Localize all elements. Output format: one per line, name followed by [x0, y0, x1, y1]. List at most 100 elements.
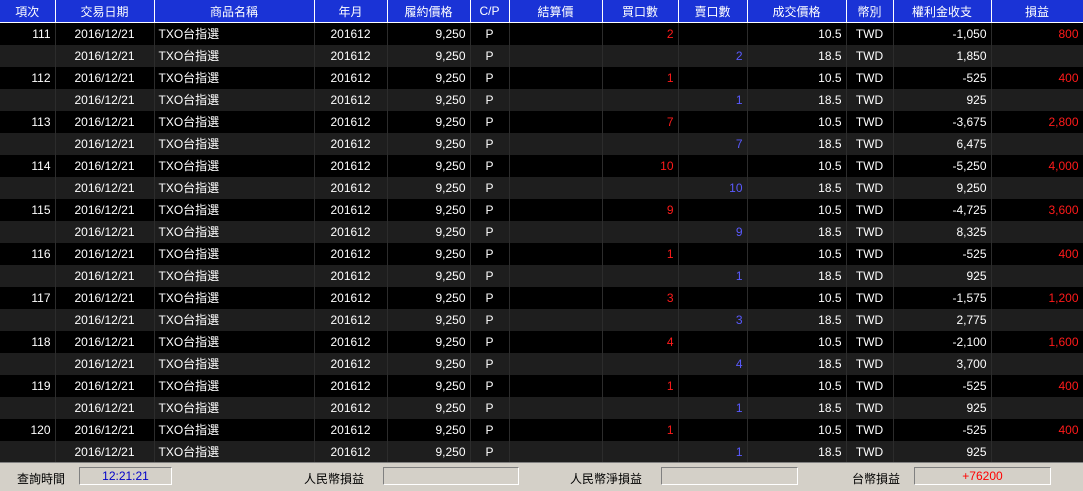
table-row[interactable]: 116 2016/12/21 TXO台指選 201612 9,250 P 1 10.5 TWD -… — [0, 242, 1083, 265]
row-sell-cell — [678, 22, 748, 45]
row-premium-cell: 925 — [893, 264, 992, 287]
row-date-cell: 2016/12/21 — [55, 330, 155, 353]
table-row[interactable]: 2016/12/21 TXO台指選 201612 9,250 P 1 18.5 TWD 925 — [0, 396, 1083, 419]
row-buy-cell — [602, 220, 679, 243]
col-header-product[interactable]: 商品名稱 — [154, 0, 315, 23]
table-row[interactable]: 111 2016/12/21 TXO台指選 201612 9,250 P 2 10.5 TWD -… — [0, 22, 1083, 45]
row-sell-cell: 1 — [678, 264, 748, 287]
row-pnl-cell: 800 — [991, 22, 1083, 45]
row-cp-cell: P — [470, 286, 510, 309]
row-item-cell — [0, 440, 56, 462]
row-pnl-cell — [991, 352, 1083, 375]
table-row[interactable]: 2016/12/21 TXO台指選 201612 9,250 P 7 18.5 TWD 6,47… — [0, 132, 1083, 155]
row-pnl-cell: 3,600 — [991, 198, 1083, 221]
col-header-premium[interactable]: 權利金收支 — [893, 0, 992, 23]
row-currency-cell: TWD — [846, 440, 894, 462]
row-pnl-cell: 400 — [991, 66, 1083, 89]
trade-grid: 項次 交易日期 商品名稱 年月 履約價格 C/P 結算價 買口數 賣口數 成交價… — [0, 0, 1083, 462]
row-currency-cell: TWD — [846, 330, 894, 353]
row-price-cell: 10.5 — [747, 154, 847, 177]
row-strike-cell: 9,250 — [387, 330, 471, 353]
row-premium-cell: -525 — [893, 418, 992, 441]
row-year-month-cell: 201612 — [314, 220, 388, 243]
col-header-buy[interactable]: 買口數 — [602, 0, 679, 23]
row-date-cell: 2016/12/21 — [55, 132, 155, 155]
row-pnl-cell: 400 — [991, 374, 1083, 397]
row-strike-cell: 9,250 — [387, 198, 471, 221]
row-settle-cell — [509, 22, 603, 45]
table-row[interactable]: 2016/12/21 TXO台指選 201612 9,250 P 4 18.5 TWD 3,70… — [0, 352, 1083, 375]
row-cp-cell: P — [470, 132, 510, 155]
table-row[interactable]: 120 2016/12/21 TXO台指選 201612 9,250 P 1 10.5 TWD -… — [0, 418, 1083, 441]
row-item-cell: 120 — [0, 418, 56, 441]
row-currency-cell: TWD — [846, 264, 894, 287]
row-date-cell: 2016/12/21 — [55, 88, 155, 111]
col-header-item[interactable]: 項次 — [0, 0, 56, 23]
table-row[interactable]: 115 2016/12/21 TXO台指選 201612 9,250 P 9 10.5 TWD -… — [0, 198, 1083, 221]
row-date-cell: 2016/12/21 — [55, 264, 155, 287]
row-sell-cell: 9 — [678, 220, 748, 243]
row-strike-cell: 9,250 — [387, 132, 471, 155]
row-strike-cell: 9,250 — [387, 264, 471, 287]
col-header-pnl[interactable]: 損益 — [991, 0, 1083, 23]
row-item-cell: 117 — [0, 286, 56, 309]
row-cp-cell: P — [470, 374, 510, 397]
row-buy-cell: 4 — [602, 330, 679, 353]
row-buy-cell — [602, 440, 679, 462]
table-row[interactable]: 2016/12/21 TXO台指選 201612 9,250 P 1 18.5 TWD 925 — [0, 440, 1083, 462]
table-row[interactable]: 2016/12/21 TXO台指選 201612 9,250 P 3 18.5 TWD 2,77… — [0, 308, 1083, 331]
col-header-currency[interactable]: 幣別 — [846, 0, 894, 23]
row-price-cell: 10.5 — [747, 418, 847, 441]
row-pnl-cell — [991, 220, 1083, 243]
row-sell-cell: 4 — [678, 352, 748, 375]
col-header-year-month[interactable]: 年月 — [314, 0, 388, 23]
row-settle-cell — [509, 66, 603, 89]
table-row[interactable]: 2016/12/21 TXO台指選 201612 9,250 P 1 18.5 TWD 925 — [0, 264, 1083, 287]
table-row[interactable]: 112 2016/12/21 TXO台指選 201612 9,250 P 1 10.5 TWD -… — [0, 66, 1083, 89]
table-row[interactable]: 2016/12/21 TXO台指選 201612 9,250 P 9 18.5 TWD 8,32… — [0, 220, 1083, 243]
table-row[interactable]: 2016/12/21 TXO台指選 201612 9,250 P 1 18.5 TWD 925 — [0, 88, 1083, 111]
row-buy-cell: 1 — [602, 374, 679, 397]
row-product-cell: TXO台指選 — [154, 352, 315, 375]
row-sell-cell: 2 — [678, 44, 748, 67]
row-premium-cell: -525 — [893, 374, 992, 397]
row-cp-cell: P — [470, 418, 510, 441]
table-row[interactable]: 118 2016/12/21 TXO台指選 201612 9,250 P 4 10.5 TWD -… — [0, 330, 1083, 353]
row-year-month-cell: 201612 — [314, 176, 388, 199]
table-row[interactable]: 2016/12/21 TXO台指選 201612 9,250 P 10 18.5 TWD 9,2… — [0, 176, 1083, 199]
table-row[interactable]: 114 2016/12/21 TXO台指選 201612 9,250 P 10 10.5 TWD… — [0, 154, 1083, 177]
row-pnl-cell — [991, 308, 1083, 331]
row-pnl-cell: 400 — [991, 418, 1083, 441]
row-cp-cell: P — [470, 220, 510, 243]
table-row[interactable]: 113 2016/12/21 TXO台指選 201612 9,250 P 7 10.5 TWD -… — [0, 110, 1083, 133]
row-buy-cell — [602, 352, 679, 375]
row-currency-cell: TWD — [846, 176, 894, 199]
query-time-value: 12:21:21 — [79, 467, 172, 485]
col-header-settle[interactable]: 結算價 — [509, 0, 603, 23]
col-header-price[interactable]: 成交價格 — [747, 0, 847, 23]
row-settle-cell — [509, 264, 603, 287]
table-row[interactable]: 117 2016/12/21 TXO台指選 201612 9,250 P 3 10.5 TWD -… — [0, 286, 1083, 309]
table-row[interactable]: 2016/12/21 TXO台指選 201612 9,250 P 2 18.5 TWD 1,85… — [0, 44, 1083, 67]
col-header-date[interactable]: 交易日期 — [55, 0, 155, 23]
table-row[interactable]: 119 2016/12/21 TXO台指選 201612 9,250 P 1 10.5 TWD -… — [0, 374, 1083, 397]
row-buy-cell — [602, 308, 679, 331]
row-item-cell: 112 — [0, 66, 56, 89]
row-item-cell — [0, 264, 56, 287]
row-product-cell: TXO台指選 — [154, 330, 315, 353]
row-premium-cell: 1,850 — [893, 44, 992, 67]
row-settle-cell — [509, 242, 603, 265]
twd-pnl-value: +76200 — [914, 467, 1051, 485]
col-header-cp[interactable]: C/P — [470, 0, 510, 23]
row-cp-cell: P — [470, 110, 510, 133]
row-product-cell: TXO台指選 — [154, 88, 315, 111]
row-premium-cell: -5,250 — [893, 154, 992, 177]
row-strike-cell: 9,250 — [387, 154, 471, 177]
col-header-sell[interactable]: 賣口數 — [678, 0, 748, 23]
row-strike-cell: 9,250 — [387, 286, 471, 309]
row-item-cell: 111 — [0, 22, 56, 45]
row-sell-cell — [678, 198, 748, 221]
row-item-cell: 119 — [0, 374, 56, 397]
row-strike-cell: 9,250 — [387, 176, 471, 199]
col-header-strike[interactable]: 履約價格 — [387, 0, 471, 23]
